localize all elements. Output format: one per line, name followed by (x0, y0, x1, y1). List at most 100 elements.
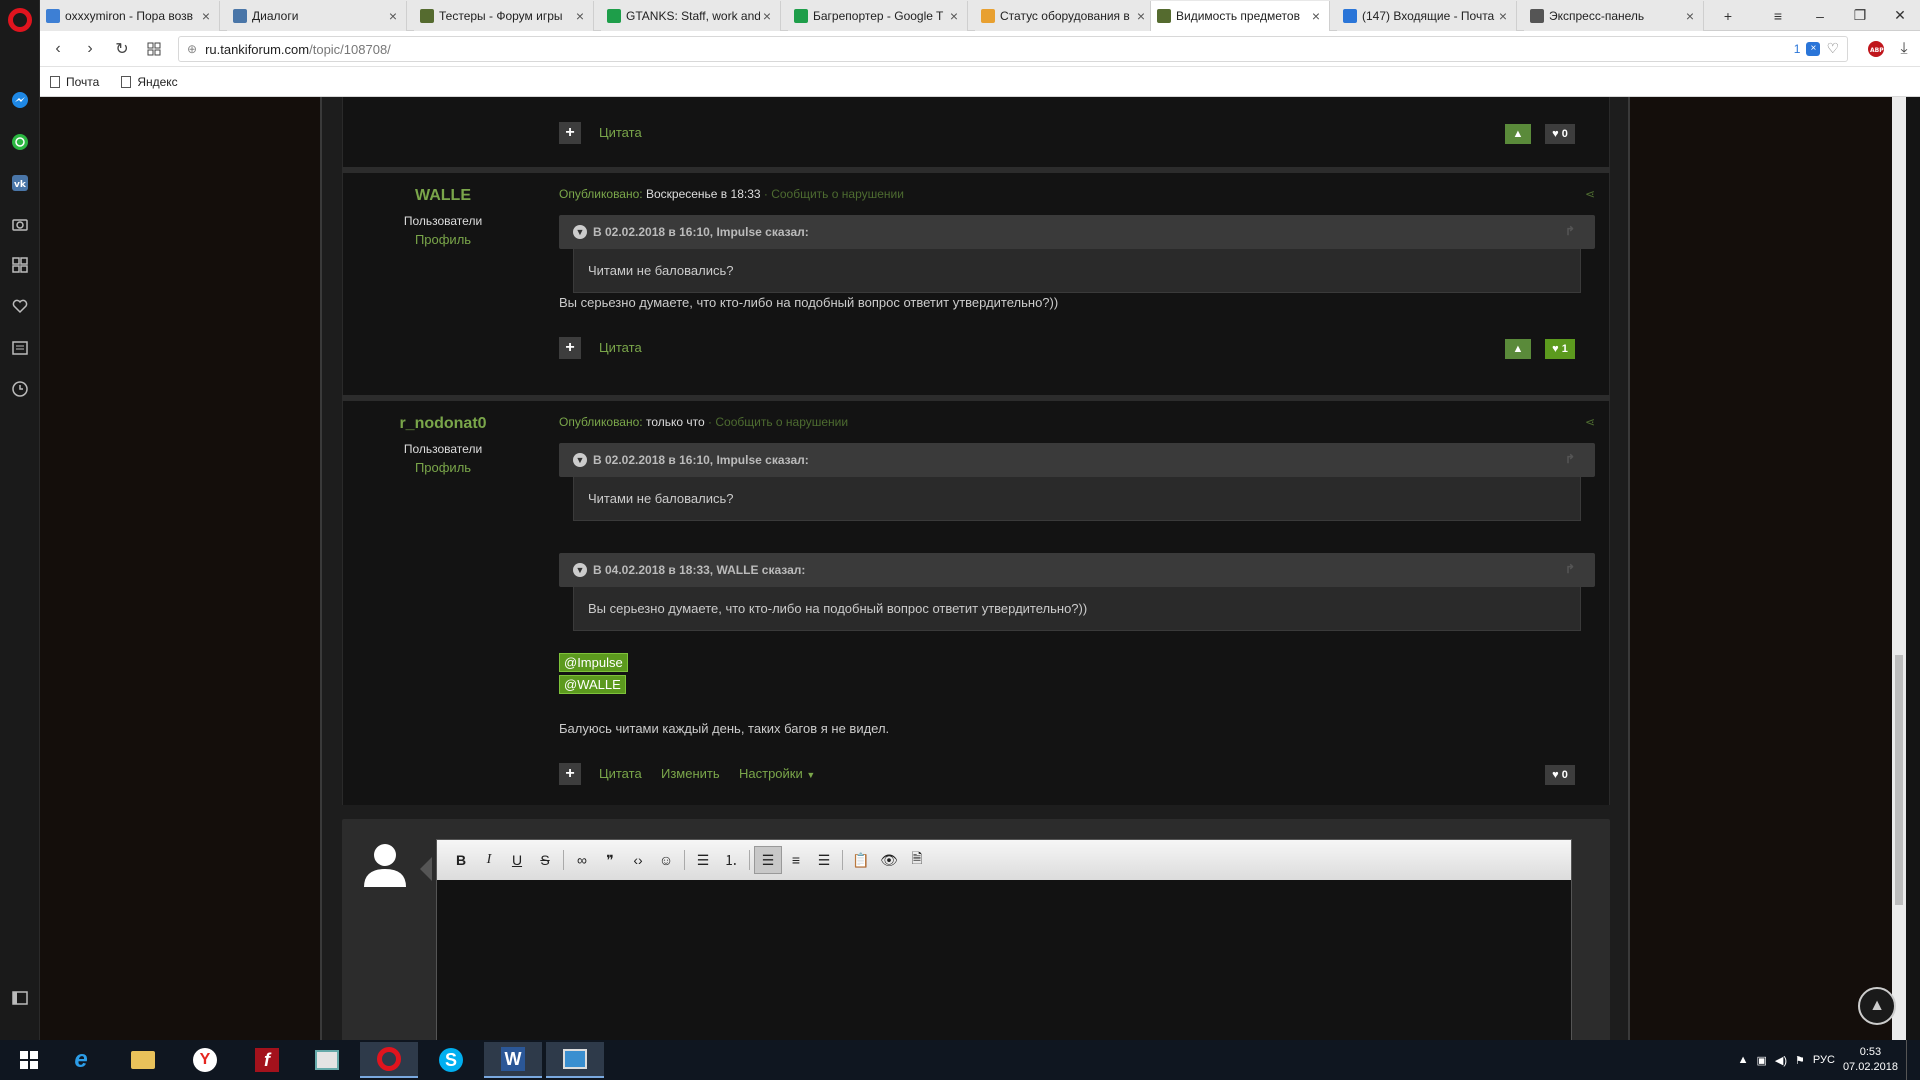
edit-link[interactable]: Изменить (661, 766, 720, 781)
bullet-list-icon[interactable]: ☰ (689, 846, 717, 874)
paste-icon[interactable]: 📋 (847, 846, 875, 874)
chevron-down-icon[interactable]: ▼ (573, 453, 587, 467)
mention-tag[interactable]: @Impulse (559, 653, 628, 672)
tab-close-icon[interactable]: × (386, 8, 400, 24)
mention-tag[interactable]: @WALLE (559, 675, 626, 694)
upvote-arrow-icon[interactable]: ▲ (1505, 339, 1531, 359)
tab-oxxxymiron[interactable]: oxxxymiron - Пора возв × (40, 1, 220, 31)
align-left-icon[interactable]: ☰ (754, 846, 782, 874)
back-icon[interactable]: ‹ (46, 37, 70, 61)
quote-link[interactable]: Цитата (599, 340, 642, 355)
bookmark-heart-icon[interactable]: ♡ (1826, 40, 1839, 57)
report-link[interactable]: · Сообщить о нарушении (708, 415, 848, 429)
reload-icon[interactable]: ↻ (110, 37, 134, 61)
align-right-icon[interactable]: ☰ (810, 846, 838, 874)
tab-gtanks-staff[interactable]: GTANKS: Staff, work and × (601, 1, 781, 31)
tab-close-icon[interactable]: × (947, 8, 961, 24)
windows-start-icon[interactable] (0, 1042, 58, 1078)
tab-bugreporter[interactable]: Багрепортер - Google T × (788, 1, 968, 31)
volume-icon[interactable]: ◀) (1775, 1054, 1787, 1067)
share-icon[interactable]: ⋖ (1585, 415, 1595, 429)
plus-icon[interactable]: + (559, 122, 581, 144)
share-icon[interactable]: ⋖ (1585, 187, 1595, 201)
minimize-icon[interactable]: – (1800, 0, 1840, 31)
file-explorer-icon[interactable] (114, 1042, 172, 1078)
profile-link[interactable]: Профиль (343, 460, 543, 475)
camera-icon[interactable] (8, 212, 32, 236)
quote-share-icon[interactable]: ↱ (1565, 452, 1575, 466)
sidebar-toggle-icon[interactable] (8, 986, 32, 1010)
profile-link[interactable]: Профиль (343, 232, 543, 247)
quote-header[interactable]: ▼ В 02.02.2018 в 16:10, Impulse сказал: … (559, 215, 1595, 249)
tab-close-icon[interactable]: × (1134, 8, 1148, 24)
internet-explorer-icon[interactable]: e (52, 1042, 110, 1078)
restore-icon[interactable]: ❐ (1840, 0, 1880, 31)
whatsapp-icon[interactable] (8, 130, 32, 154)
code-icon[interactable]: ‹› (624, 846, 652, 874)
quote-icon[interactable]: ❞ (596, 846, 624, 874)
italic-icon[interactable]: I (475, 846, 503, 874)
forward-icon[interactable]: › (78, 37, 102, 61)
tab-express-panel[interactable]: Экспресс-панель × (1524, 1, 1704, 31)
upvote-arrow-icon[interactable]: ▲ (1505, 124, 1531, 144)
like-button[interactable]: ♥ 0 (1545, 124, 1575, 144)
opera-taskbar-icon[interactable] (360, 1042, 418, 1078)
blocker-badge[interactable]: 1 (1794, 42, 1801, 56)
link-icon[interactable]: ∞ (568, 846, 596, 874)
flash-icon[interactable]: f (238, 1042, 296, 1078)
author-name[interactable]: WALLE (343, 187, 543, 205)
word-icon[interactable]: W (484, 1042, 542, 1078)
tab-item-visibility[interactable]: Видимость предметов × (1150, 1, 1330, 31)
source-view-icon[interactable]: 🗎 (903, 846, 931, 874)
skype-icon[interactable]: S (422, 1042, 480, 1078)
bold-icon[interactable]: B (447, 846, 475, 874)
tab-inbox[interactable]: (147) Входящие - Почта × (1337, 1, 1517, 31)
scroll-to-top-icon[interactable]: ▲ (1858, 987, 1896, 1025)
quote-share-icon[interactable]: ↱ (1565, 562, 1575, 576)
opera-logo-icon[interactable] (8, 8, 32, 32)
tab-close-icon[interactable]: × (199, 8, 213, 24)
site-info-icon[interactable]: ⊕ (187, 42, 197, 56)
quote-header[interactable]: ▼ В 04.02.2018 в 18:33, WALLE сказал: ↱ (559, 553, 1595, 587)
tab-close-icon[interactable]: × (573, 8, 587, 24)
notification-flag-icon[interactable]: ⚑ (1795, 1054, 1805, 1067)
app-window-icon[interactable] (298, 1042, 356, 1078)
plus-icon[interactable]: + (559, 763, 581, 785)
tab-testers-forum[interactable]: Тестеры - Форум игры × (414, 1, 594, 31)
bookmark-mail[interactable]: Почта (50, 75, 99, 89)
author-name[interactable]: r_nodonat0 (343, 415, 543, 433)
bookmark-yandex[interactable]: Яндекс (121, 75, 178, 89)
tab-close-icon[interactable]: × (1496, 8, 1510, 24)
language-indicator[interactable]: РУС (1813, 1054, 1835, 1066)
vk-icon[interactable]: vk (8, 171, 32, 195)
speed-dial-icon[interactable] (8, 253, 32, 277)
tab-close-icon[interactable]: × (1683, 8, 1697, 24)
scrollbar-thumb[interactable] (1895, 655, 1903, 905)
photos-icon[interactable] (546, 1042, 604, 1078)
tray-expand-icon[interactable]: ▲ (1738, 1054, 1749, 1066)
like-button[interactable]: ♥ 1 (1545, 339, 1575, 359)
network-icon[interactable]: ▣ (1757, 1054, 1767, 1067)
heart-icon[interactable] (8, 294, 32, 318)
quote-link[interactable]: Цитата (599, 766, 642, 781)
tabs-grid-icon[interactable] (142, 37, 166, 61)
preview-eye-icon[interactable]: 👁 (875, 846, 903, 874)
numbered-list-icon[interactable]: ⒈ (717, 846, 745, 874)
yandex-browser-icon[interactable]: Y (176, 1042, 234, 1078)
messenger-icon[interactable] (8, 88, 32, 112)
like-button[interactable]: ♥ 0 (1545, 765, 1575, 785)
align-center-icon[interactable]: ≡ (782, 846, 810, 874)
chevron-down-icon[interactable]: ▼ (573, 563, 587, 577)
show-desktop-icon[interactable] (1906, 1040, 1910, 1080)
report-link[interactable]: · Сообщить о нарушении (764, 187, 904, 201)
url-field[interactable]: ⊕ ru.tankiforum.com /topic/108708/ 1 × ♡ (178, 36, 1848, 62)
tab-close-icon[interactable]: × (1309, 8, 1323, 24)
downloads-icon[interactable]: ⤓ (1892, 37, 1916, 61)
tab-close-icon[interactable]: × (760, 8, 774, 24)
tab-hardware-status[interactable]: Статус оборудования в × (975, 1, 1155, 31)
history-icon[interactable] (8, 377, 32, 401)
rich-text-editor[interactable]: B I U S ∞ ❞ ‹› ☺ ☰ ⒈ ☰ ≡ ☰ 📋 👁 🗎 (436, 839, 1572, 1040)
clock[interactable]: 0:53 07.02.2018 (1843, 1045, 1898, 1075)
quote-link[interactable]: Цитата (599, 125, 642, 140)
settings-link[interactable]: Настройки ▼ (739, 766, 815, 781)
